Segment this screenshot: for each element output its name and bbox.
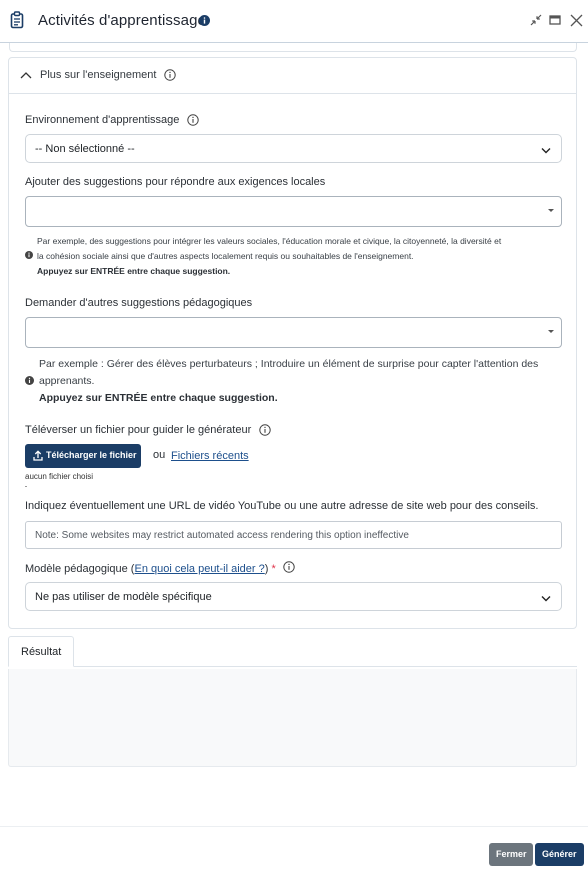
local-suggestions-help: Par exemple, des suggestions pour intégr… [25, 234, 565, 284]
divider [25, 486, 27, 487]
model-value: Ne pas utiliser de modèle spécifique [35, 591, 212, 603]
no-file-chosen-text: aucun fichier choisi [25, 472, 94, 481]
section-title: Plus sur l'enseignement [40, 69, 157, 81]
info-circle-icon[interactable] [187, 114, 199, 129]
upload-icon [33, 450, 43, 464]
maximize-icon[interactable] [549, 14, 561, 29]
local-suggestions-label: Ajouter des suggestions pour répondre au… [25, 176, 326, 188]
chevron-down-icon [541, 593, 551, 605]
info-circle-icon[interactable] [259, 424, 271, 439]
model-label: Modèle pédagogique (En quoi cela peut-il… [25, 563, 276, 575]
clipboard-icon [10, 11, 24, 32]
close-icon[interactable] [570, 14, 583, 30]
url-label: Indiquez éventuellement une URL de vidéo… [25, 500, 539, 512]
pedagogical-suggestions-label: Demander d'autres suggestions pédagogiqu… [25, 297, 253, 309]
caret-down-icon [548, 209, 554, 212]
url-input[interactable]: Note: Some websites may restrict automat… [25, 521, 562, 549]
info-circle-icon[interactable] [164, 69, 176, 84]
caret-down-icon [548, 330, 554, 333]
recent-files-link[interactable]: Fichiers récents [171, 450, 249, 462]
required-marker: * [271, 563, 276, 575]
info-icon[interactable] [199, 15, 210, 29]
section-header[interactable]: Plus sur l'enseignement [9, 58, 576, 94]
pedagogical-suggestions-help: Par exemple : Gérer des élèves perturbat… [25, 356, 565, 406]
or-text: ou [153, 449, 166, 461]
result-area [8, 669, 577, 767]
minimize-icon[interactable] [530, 14, 542, 29]
info-icon [25, 376, 34, 388]
local-suggestions-input[interactable] [25, 196, 562, 227]
dialog-header: Activités d'apprentissage [0, 0, 588, 43]
collapsed-section-edge [9, 43, 577, 52]
model-select[interactable]: Ne pas utiliser de modèle spécifique [25, 582, 562, 611]
teaching-section: Plus sur l'enseignement Environnement d'… [8, 57, 577, 629]
upload-file-button[interactable]: Télécharger le fichier [25, 444, 141, 468]
info-icon [25, 251, 33, 261]
generate-button[interactable]: Générer [535, 843, 584, 866]
learning-env-select[interactable]: -- Non sélectionné -- [25, 134, 562, 163]
learning-env-value: -- Non sélectionné -- [35, 143, 135, 155]
close-button[interactable]: Fermer [489, 843, 533, 866]
result-tabbar: Résultat [8, 636, 577, 667]
dialog-title: Activités d'apprentissage [38, 12, 206, 29]
url-placeholder: Note: Some websites may restrict automat… [35, 530, 409, 541]
chevron-down-icon [541, 145, 551, 157]
tab-result[interactable]: Résultat [8, 636, 74, 667]
pedagogical-suggestions-input[interactable] [25, 317, 562, 348]
learning-env-label: Environnement d'apprentissage [25, 114, 180, 126]
model-help-link[interactable]: En quoi cela peut-il aider ? [134, 563, 264, 575]
info-circle-icon[interactable] [283, 561, 295, 576]
upload-label: Téléverser un fichier pour guider le gén… [25, 424, 252, 436]
chevron-up-icon[interactable] [20, 70, 32, 82]
